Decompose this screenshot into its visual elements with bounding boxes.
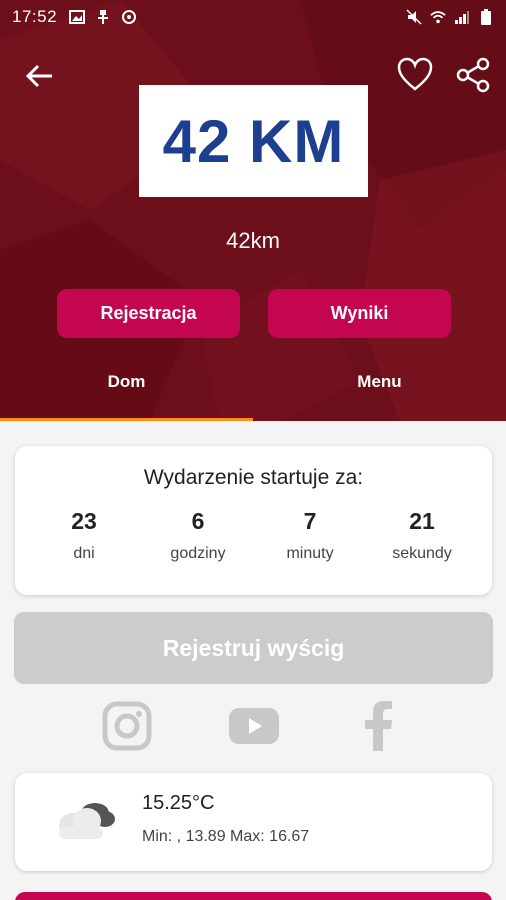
- countdown-value: 21: [409, 508, 435, 534]
- countdown-label: dni: [73, 545, 95, 562]
- wifi-icon: [430, 9, 446, 25]
- event-logo: 42 KM: [139, 85, 368, 197]
- heart-icon[interactable]: [396, 56, 434, 94]
- share-icon[interactable]: [454, 56, 492, 94]
- image-notification-icon: [69, 9, 86, 25]
- cloudy-weather-icon: [51, 795, 121, 845]
- countdown-title: Wydarzenie startuje za:: [143, 466, 364, 489]
- tab-dom[interactable]: Dom: [0, 372, 253, 398]
- countdown-days: 23 dni: [29, 508, 139, 563]
- event-header: 17:52 42 KM 42km Rejestracja Wyniki Dom …: [0, 0, 506, 421]
- weather-card: 15.25°C Min: , 13.89 Max: 16.67: [15, 773, 492, 871]
- event-name: 42km: [226, 228, 280, 253]
- countdown-label: godziny: [170, 545, 226, 562]
- youtube-icon[interactable]: [228, 700, 280, 752]
- results-button[interactable]: Wyniki: [268, 289, 451, 338]
- tab-menu[interactable]: Menu: [253, 372, 506, 398]
- usb-icon: [95, 9, 111, 25]
- countdown-card: Wydarzenie startuje za: 23 dni 6 godziny…: [15, 446, 492, 595]
- countdown-seconds: 21 sekundy: [367, 508, 477, 563]
- event-logo-text: 42 KM: [162, 107, 345, 175]
- sync-icon: [121, 9, 137, 25]
- bottom-action-strip[interactable]: [15, 892, 492, 900]
- countdown-hours: 6 godziny: [143, 508, 253, 563]
- register-race-button[interactable]: Rejestruj wyścig: [14, 612, 493, 684]
- facebook-icon[interactable]: [361, 700, 397, 752]
- battery-icon: [478, 9, 494, 25]
- weather-temperature: 15.25°C: [142, 792, 215, 814]
- active-tab-indicator: [0, 418, 253, 421]
- countdown-label: minuty: [286, 545, 334, 562]
- countdown-minutes: 7 minuty: [255, 508, 365, 563]
- signal-icon: [454, 9, 470, 25]
- mute-icon: [406, 9, 422, 25]
- status-bar: 17:52: [0, 0, 506, 34]
- weather-min-max: Min: , 13.89 Max: 16.67: [142, 828, 310, 845]
- countdown-label: sekundy: [392, 545, 452, 562]
- back-arrow-icon[interactable]: [22, 58, 58, 94]
- countdown-value: 23: [71, 508, 97, 534]
- registration-button[interactable]: Rejestracja: [57, 289, 240, 338]
- instagram-icon[interactable]: [100, 700, 154, 752]
- countdown-value: 7: [303, 508, 317, 534]
- countdown-value: 6: [191, 508, 205, 534]
- status-time: 17:52: [12, 7, 58, 26]
